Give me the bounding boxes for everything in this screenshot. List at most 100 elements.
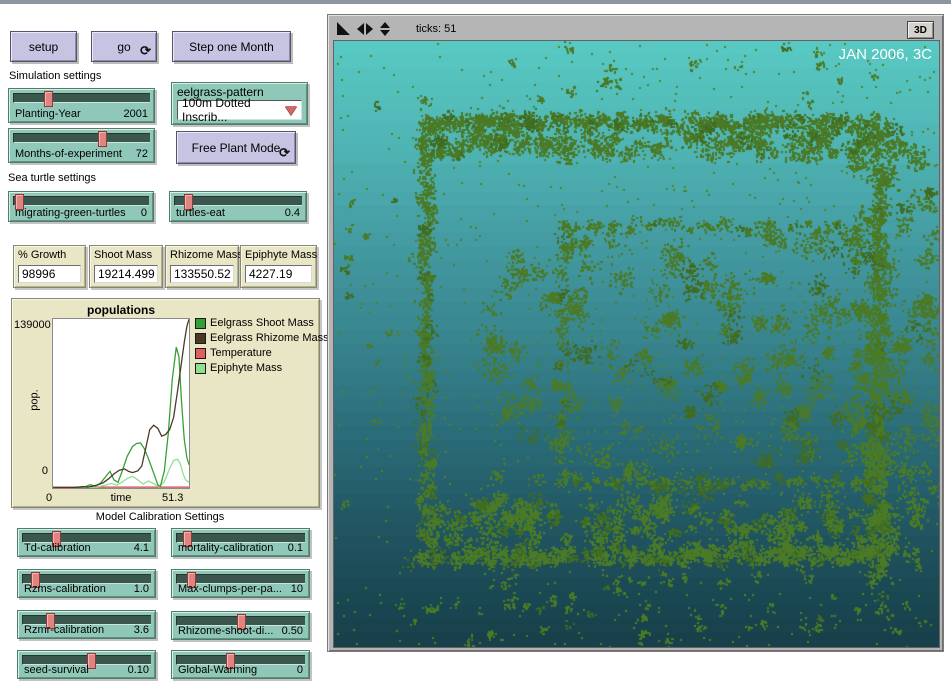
- slider-value: 0: [141, 207, 147, 219]
- slider-label: Rhizome-shoot-di...: [178, 625, 273, 637]
- td-calibration-slider[interactable]: Td-calibration 4.1: [17, 528, 156, 557]
- slider-label: Td-calibration: [24, 542, 91, 554]
- mortality-calibration-slider[interactable]: mortality-calibration 0.1: [171, 528, 310, 557]
- step-one-month-button[interactable]: Step one Month: [172, 31, 291, 62]
- y-axis-min-label: 0: [32, 465, 48, 477]
- slider-value: 0.50: [282, 625, 303, 637]
- monitor-value: 133550.52: [170, 265, 234, 283]
- view-titlebar: ticks: 51 3D: [330, 17, 941, 40]
- slider-value: 0.10: [128, 664, 149, 676]
- shoot-mass-monitor: Shoot Mass 19214.499: [89, 245, 163, 288]
- legend-item: Temperature: [195, 346, 272, 360]
- eelgrass-pattern-chooser[interactable]: eelgrass-pattern 100m Dotted Inscrib...: [171, 82, 308, 125]
- epiphyte-mass-monitor: Epiphyte Mass 4227.19: [240, 245, 317, 288]
- forever-icon: ⟳: [279, 145, 290, 161]
- monitor-label: Shoot Mass: [94, 249, 152, 261]
- y-axis-max-label: 139000: [14, 319, 50, 331]
- world-canvas: [334, 41, 939, 647]
- slider-label: seed-survival: [24, 664, 89, 676]
- seed-survival-slider[interactable]: seed-survival 0.10: [17, 650, 156, 679]
- chevron-down-icon: [285, 106, 297, 115]
- setup-button[interactable]: setup: [10, 31, 77, 62]
- slider-label: migrating-green-turtles: [15, 207, 126, 219]
- slider-value: 3.6: [134, 624, 149, 636]
- monitor-label: % Growth: [18, 249, 66, 261]
- slider-value: 1.0: [134, 583, 149, 595]
- free-plant-mode-button[interactable]: Free Plant Mode ⟳: [176, 131, 296, 164]
- legend-label: Epiphyte Mass: [210, 362, 282, 374]
- step-one-month-label: Step one Month: [189, 40, 274, 54]
- slider-handle[interactable]: [44, 91, 53, 107]
- monitor-value: 19214.499: [94, 265, 158, 283]
- slider-value: 72: [136, 148, 148, 160]
- x-axis-title: time: [100, 492, 142, 504]
- sea-turtle-settings-heading: Sea turtle settings: [8, 172, 96, 184]
- monitor-label: Epiphyte Mass: [245, 249, 317, 261]
- world-date-overlay: JAN 2006, 3C: [839, 46, 932, 63]
- legend-swatch-rhizome: [195, 333, 206, 344]
- slider-label: Rzmr-calibration: [24, 624, 104, 636]
- slider-label: mortality-calibration: [178, 542, 273, 554]
- populations-plot: populations 139000 0 pop. 0 time 51.3 Ee…: [11, 298, 320, 508]
- slider-track[interactable]: [13, 196, 149, 206]
- planting-year-slider[interactable]: Planting-Year 2001: [8, 88, 155, 123]
- legend-item: Eelgrass Shoot Mass: [195, 316, 314, 330]
- x-axis-min-label: 0: [46, 492, 52, 504]
- legend-swatch-temperature: [195, 348, 206, 359]
- legend-label: Temperature: [210, 347, 272, 359]
- legend-label: Eelgrass Shoot Mass: [210, 317, 314, 329]
- monitor-label: Rhizome Mass: [170, 249, 243, 261]
- netlogo-interface: setup go ⟳ Step one Month Simulation set…: [0, 0, 951, 688]
- slider-label: Global-Warming: [178, 664, 257, 676]
- slider-value: 0.4: [285, 207, 300, 219]
- slider-value: 4.1: [134, 542, 149, 554]
- vertical-arrows-icon[interactable]: [380, 22, 390, 36]
- slider-value: 0: [297, 664, 303, 676]
- world-view-widget: ticks: 51 3D JAN 2006, 3C: [327, 14, 944, 652]
- legend-swatch-shoot: [195, 318, 206, 329]
- months-of-experiment-slider[interactable]: Months-of-experiment 72: [8, 128, 155, 163]
- slider-value: 0.1: [288, 542, 303, 554]
- monitor-value: 4227.19: [245, 265, 312, 283]
- slider-label: Max-clumps-per-pa...: [178, 583, 282, 595]
- slider-value: 2001: [124, 108, 148, 120]
- slider-label: Months-of-experiment: [15, 148, 122, 160]
- growth-monitor: % Growth 98996: [13, 245, 86, 288]
- plot-area: [52, 318, 190, 489]
- legend-item: Epiphyte Mass: [195, 361, 282, 375]
- ticks-counter: ticks: 51: [416, 23, 456, 35]
- world-display: JAN 2006, 3C: [333, 40, 940, 648]
- global-warming-slider[interactable]: Global-Warming 0: [171, 650, 310, 679]
- slider-value: 10: [291, 583, 303, 595]
- slider-track[interactable]: [174, 196, 302, 206]
- go-button[interactable]: go ⟳: [91, 31, 157, 62]
- chooser-dropdown[interactable]: 100m Dotted Inscrib...: [177, 100, 302, 120]
- legend-swatch-epiphyte: [195, 363, 206, 374]
- reset-perspective-icon[interactable]: [337, 22, 350, 35]
- legend-item: Eelgrass Rhizome Mass: [195, 331, 329, 345]
- monitor-value: 98996: [18, 265, 81, 283]
- threed-button[interactable]: 3D: [907, 21, 934, 39]
- rzmr-calibration-slider[interactable]: Rzmr-calibration 3.6: [17, 610, 156, 639]
- turtles-eat-slider[interactable]: turtles-eat 0.4: [169, 191, 307, 222]
- slider-track[interactable]: [13, 93, 150, 103]
- slider-handle[interactable]: [98, 131, 107, 147]
- rhizome-shoot-slider[interactable]: Rhizome-shoot-di... 0.50: [171, 611, 310, 640]
- rzms-calibration-slider[interactable]: Rzms-calibration 1.0: [17, 569, 156, 598]
- x-axis-max-label: 51.3: [162, 492, 196, 504]
- simulation-settings-heading: Simulation settings: [9, 70, 101, 82]
- free-plant-mode-label: Free Plant Mode: [192, 141, 281, 155]
- model-calibration-heading: Model Calibration Settings: [35, 511, 285, 523]
- migrating-green-turtles-slider[interactable]: migrating-green-turtles 0: [8, 191, 154, 222]
- rhizome-mass-monitor: Rhizome Mass 133550.52: [165, 245, 239, 288]
- slider-track[interactable]: [13, 133, 150, 143]
- slider-label: Planting-Year: [15, 108, 81, 120]
- window-top-strip: [0, 0, 951, 4]
- go-button-label: go: [117, 40, 130, 54]
- forever-icon: ⟳: [140, 43, 151, 59]
- plot-canvas: [53, 319, 189, 488]
- plot-title: populations: [52, 303, 190, 317]
- horizontal-arrows-icon[interactable]: [357, 23, 373, 35]
- slider-label: turtles-eat: [176, 207, 225, 219]
- max-clumps-slider[interactable]: Max-clumps-per-pa... 10: [171, 569, 310, 598]
